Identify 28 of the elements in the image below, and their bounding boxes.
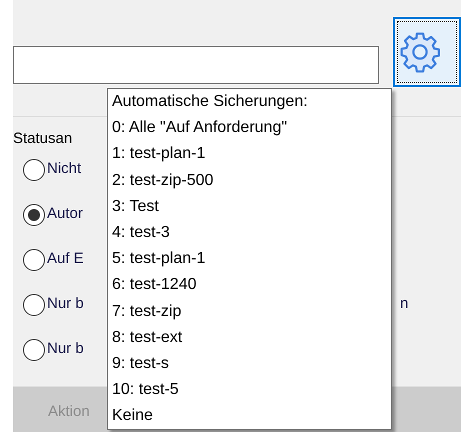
settings-icon — [398, 30, 442, 74]
radio-label[interactable]: Nur b — [47, 293, 84, 316]
tooltip-line: 10: test-5 — [112, 380, 180, 400]
group-label: Statusan — [13, 129, 74, 149]
radio-button[interactable] — [23, 158, 45, 180]
tooltip-line: 4: test-3 — [112, 223, 171, 244]
radio-button[interactable] — [23, 204, 45, 226]
tooltip-line: 2: test-zip-500 — [112, 170, 214, 191]
radio-label[interactable]: n — [400, 293, 408, 316]
settings-button[interactable] — [392, 17, 461, 87]
radio-button[interactable] — [23, 338, 45, 360]
tooltip-line: 5: test-plan-1 — [112, 249, 206, 270]
tooltip-line: 8: test-ext — [112, 328, 184, 348]
tooltip-line: 6: test-1240 — [112, 275, 198, 296]
radio-label[interactable]: Nur b — [47, 338, 84, 361]
tooltip-line: 3: Test — [112, 196, 160, 217]
tooltip-line: 0: Alle "Auf Anforderung" — [112, 118, 288, 138]
text-field[interactable] — [13, 46, 379, 84]
radio-label[interactable]: Nicht — [47, 158, 82, 181]
tooltip-line: 1: test-plan-1 — [112, 144, 206, 164]
tooltip-line: Automatische Sicherungen: — [112, 92, 309, 112]
radio-label[interactable]: Autor — [47, 203, 83, 226]
tooltip-line: 7: test-zip — [112, 302, 182, 322]
radio-button[interactable] — [23, 294, 45, 316]
tooltip-line: 9: test-s — [112, 354, 170, 374]
radio-label[interactable]: Auf E — [47, 248, 84, 271]
tooltip-line: Keine — [112, 406, 154, 426]
radio-button[interactable] — [23, 248, 45, 270]
